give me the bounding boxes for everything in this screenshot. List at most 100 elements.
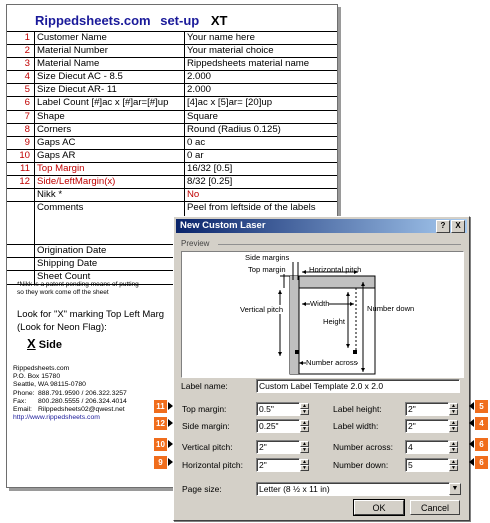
top-margin-input[interactable]: 0.5"	[256, 402, 300, 416]
diagram-number-across: Number across	[306, 358, 358, 367]
side-margin-label: Side margin:	[182, 421, 230, 431]
row-value: 2.000	[184, 83, 337, 98]
diagram-vertical-pitch: Vertical pitch	[240, 305, 284, 314]
email-label: Email:	[13, 406, 32, 414]
row-value: 0 ar	[184, 148, 337, 163]
table-row: 9 Gaps AC 0 ac	[7, 135, 337, 150]
horizontal-pitch-spinner[interactable]: ▲ ▼	[300, 459, 309, 471]
badge-label-height: 5	[475, 400, 488, 413]
row-label: Gaps AR	[34, 148, 185, 163]
website-link[interactable]: http://www.rippedsheets.com	[13, 414, 127, 422]
dialog-titlebar[interactable]: New Custom Laser ? X	[176, 219, 467, 233]
number-down-spinner[interactable]: ▲ ▼	[449, 459, 458, 471]
dialog-title: New Custom Laser	[180, 220, 266, 231]
page-size-select[interactable]: Letter (8 ½ x 11 in)	[256, 482, 450, 496]
spin-down-icon[interactable]: ▼	[449, 465, 458, 471]
look-line1: Look for "X" marking Top Left Marg	[17, 309, 165, 320]
row-value: 0 ac	[184, 135, 337, 150]
number-across-spinner[interactable]: ▲ ▼	[449, 441, 458, 453]
ok-button[interactable]: OK	[353, 499, 405, 516]
side-margin-input[interactable]: 0.25"	[256, 419, 300, 433]
preview-label: Preview	[181, 239, 210, 248]
row-label: Gaps AC	[34, 135, 185, 150]
cancel-button[interactable]: Cancel	[410, 500, 460, 515]
spin-down-icon[interactable]: ▼	[300, 447, 309, 453]
spin-down-icon[interactable]: ▼	[300, 465, 309, 471]
number-across-input[interactable]: 4	[405, 440, 449, 454]
spin-down-icon[interactable]: ▼	[449, 409, 458, 415]
label-name-input[interactable]: Custom Label Template 2.0 x 2.0	[256, 379, 460, 393]
label-width-spinner[interactable]: ▲ ▼	[449, 420, 458, 432]
table-row: 6 Label Count [#]ac x [#]ar=[#]up [4]ac x …	[7, 96, 337, 111]
sheet-title: Rippedsheets.com set-up XT	[35, 13, 227, 28]
side-margin-spinner[interactable]: ▲ ▼	[300, 420, 309, 432]
fax-label: Fax:	[13, 397, 27, 405]
help-button[interactable]: ?	[436, 220, 450, 233]
number-down-input[interactable]: 5	[405, 458, 449, 472]
nikk-value: No	[184, 188, 337, 203]
diagram-top-margin: Top margin	[248, 265, 286, 274]
fax-value: 800.280.5555 / 206.324.4014	[38, 397, 127, 405]
label-height-input[interactable]: 2"	[405, 402, 449, 416]
arrow-left-icon	[469, 440, 474, 448]
vertical-pitch-label: Vertical pitch:	[182, 442, 233, 452]
row-label: Size Diecut AR- 11	[34, 83, 185, 98]
arrow-right-icon	[168, 419, 173, 427]
label-height-spinner[interactable]: ▲ ▼	[449, 403, 458, 415]
badge-label-width: 4	[475, 417, 488, 430]
row-number: 7	[7, 109, 35, 124]
table-row: 11 Top Margin 16/32 [0.5]	[7, 161, 337, 177]
row-number: 2	[7, 44, 35, 59]
row-value: Your material choice	[184, 44, 337, 59]
row-number: 12	[7, 175, 35, 190]
row-label: Side/LeftMargin(x)	[34, 175, 185, 190]
spin-down-icon[interactable]: ▼	[449, 447, 458, 453]
phone-value: 888.791.9590 / 206.322.3257	[38, 389, 127, 397]
table-row: Nikk * No	[7, 188, 337, 203]
row-label: Material Name	[34, 57, 185, 72]
row-number	[7, 188, 35, 203]
x-side-text: Side	[38, 339, 62, 351]
vertical-pitch-spinner[interactable]: ▲ ▼	[300, 441, 309, 453]
arrow-left-icon	[469, 458, 474, 466]
table-row: 12 Side/LeftMargin(x) 8/32 [0.25]	[7, 175, 337, 190]
diagram-number-down: Number down	[367, 304, 415, 313]
label-width-input[interactable]: 2"	[405, 419, 449, 433]
badge-top-margin: 11	[154, 400, 167, 413]
horizontal-pitch-input[interactable]: 2"	[256, 458, 300, 472]
x-mark: X	[27, 336, 36, 351]
row-value: Round (Radius 0.125)	[184, 122, 337, 137]
spin-down-icon[interactable]: ▼	[449, 426, 458, 432]
diagram-horizontal-pitch: Horizontal pitch	[309, 265, 362, 274]
row-value: Square	[184, 109, 337, 124]
chevron-down-icon[interactable]: ▼	[449, 483, 461, 495]
row-number	[7, 244, 35, 259]
new-custom-laser-dialog: New Custom Laser ? X Preview Side margin…	[173, 216, 470, 521]
top-margin-spinner[interactable]: ▲ ▼	[300, 403, 309, 415]
sheet-setup: set-up	[160, 13, 200, 28]
row-value: Rippedsheets material name	[184, 57, 337, 72]
comments-label: Comments	[34, 201, 185, 246]
table-row: 8 Corners Round (Radius 0.125)	[7, 122, 337, 137]
row-label: Top Margin	[34, 161, 185, 177]
look-line2: (Look for Neon Flag):	[17, 322, 107, 333]
number-down-label: Number down:	[333, 460, 389, 470]
table-row: 2 Material Number Your material choice	[7, 44, 337, 59]
table-row: 7 Shape Square	[7, 109, 337, 124]
left-band	[290, 276, 299, 374]
row-label: Customer Name	[34, 30, 185, 46]
vertical-pitch-input[interactable]: 2"	[256, 440, 300, 454]
sheet-brand: Rippedsheets.com	[35, 13, 151, 28]
spin-down-icon[interactable]: ▼	[300, 409, 309, 415]
row-number: 3	[7, 57, 35, 72]
badge-number-across: 6	[475, 438, 488, 451]
page-size-label: Page size:	[182, 484, 222, 494]
row-number: 10	[7, 148, 35, 163]
badge-number-down: 6	[475, 456, 488, 469]
table-row: 10 Gaps AR 0 ar	[7, 148, 337, 163]
top-band	[289, 275, 376, 289]
table-row: 5 Size Diecut AR- 11 2.000	[7, 83, 337, 98]
close-button[interactable]: X	[451, 220, 465, 233]
row-number	[7, 257, 35, 272]
spin-down-icon[interactable]: ▼	[300, 426, 309, 432]
